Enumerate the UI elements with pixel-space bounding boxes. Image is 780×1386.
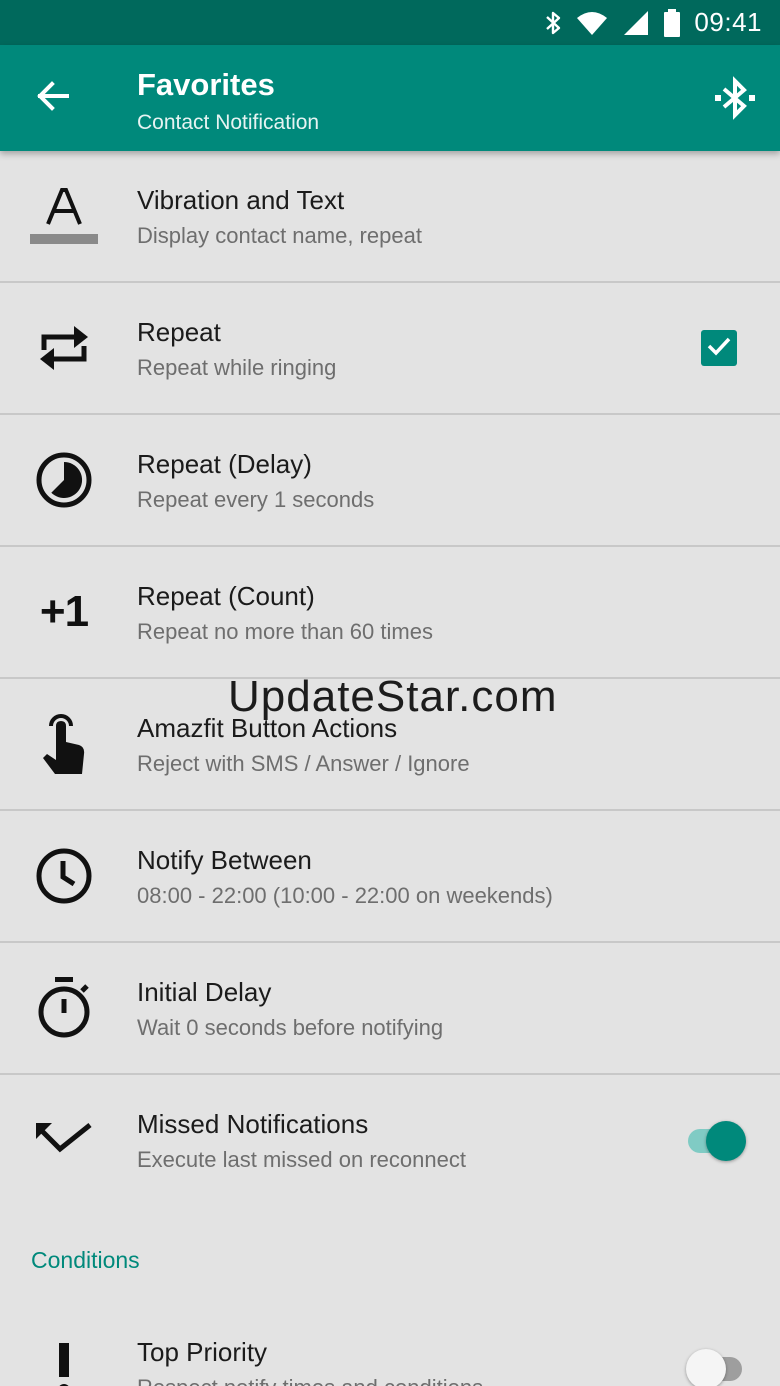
switch-thumb [686, 1349, 726, 1386]
setting-title: Repeat (Count) [137, 581, 315, 611]
wifi-icon [576, 10, 608, 36]
repeat-icon [26, 310, 102, 386]
arrow-left-icon [36, 80, 70, 116]
setting-title: Vibration and Text [137, 185, 345, 215]
setting-summary: Reject with SMS / Answer / Ignore [137, 751, 470, 776]
setting-button-actions[interactable]: Amazfit Button Actions Reject with SMS /… [0, 679, 780, 811]
setting-summary: Execute last missed on reconnect [137, 1147, 466, 1172]
setting-summary: 08:00 - 22:00 (10:00 - 22:00 on weekends… [137, 883, 553, 908]
setting-title: Amazfit Button Actions [137, 713, 398, 743]
setting-title: Top Priority [137, 1337, 268, 1367]
setting-initial-delay[interactable]: Initial Delay Wait 0 seconds before noti… [0, 943, 780, 1075]
setting-repeat[interactable]: Repeat Repeat while ringing [0, 283, 780, 415]
setting-title: Repeat [137, 317, 221, 347]
checkmark-icon [706, 335, 732, 362]
status-bar: 09:41 [0, 0, 780, 45]
top-priority-switch[interactable] [686, 1349, 744, 1386]
page-subtitle: Contact Notification [137, 111, 320, 134]
setting-summary: Repeat every 1 seconds [137, 487, 375, 512]
timer-icon [26, 970, 102, 1046]
plus-one-icon: +1 [39, 587, 89, 636]
bluetooth-connect-button[interactable] [708, 73, 762, 127]
setting-title: Initial Delay [137, 977, 272, 1007]
bluetooth-icon [544, 9, 562, 37]
status-clock: 09:41 [694, 7, 762, 37]
page-title: Favorites [137, 67, 275, 102]
setting-repeat-delay[interactable]: Repeat (Delay) Repeat every 1 seconds [0, 415, 780, 547]
repeat-checkbox[interactable] [701, 330, 737, 366]
setting-summary: Respect notify times and conditions [137, 1375, 483, 1386]
setting-summary: Display contact name, repeat [137, 223, 422, 248]
settings-list: Vibration and Text Display contact name,… [0, 151, 780, 1386]
bluetooth-connect-icon [711, 74, 759, 127]
setting-summary: Repeat no more than 60 times [137, 619, 433, 644]
missed-notifications-switch[interactable] [686, 1121, 746, 1161]
setting-vibration-text[interactable]: Vibration and Text Display contact name,… [0, 151, 780, 283]
setting-title: Missed Notifications [137, 1109, 369, 1139]
battery-icon [664, 8, 681, 37]
app-bar: Favorites Contact Notification [0, 45, 780, 151]
back-button[interactable] [26, 73, 80, 123]
setting-repeat-count[interactable]: +1 Repeat (Count) Repeat no more than 60… [0, 547, 780, 679]
priority-icon [26, 1331, 102, 1386]
timelapse-icon [26, 442, 102, 518]
call-missed-icon [26, 1103, 102, 1179]
clock-icon [26, 838, 102, 914]
setting-title: Repeat (Delay) [137, 449, 312, 479]
setting-top-priority[interactable]: Top Priority Respect notify times and co… [0, 1303, 780, 1386]
setting-title: Notify Between [137, 845, 312, 875]
setting-summary: Repeat while ringing [137, 355, 337, 380]
setting-notify-between[interactable]: Notify Between 08:00 - 22:00 (10:00 - 22… [0, 811, 780, 943]
setting-summary: Wait 0 seconds before notifying [137, 1015, 444, 1040]
conditions-section-header: Conditions [0, 1207, 780, 1303]
text-format-icon [26, 178, 102, 254]
section-title: Conditions [31, 1247, 140, 1273]
switch-thumb [706, 1121, 746, 1161]
signal-icon [622, 9, 650, 37]
setting-missed-notifications[interactable]: Missed Notifications Execute last missed… [0, 1075, 780, 1207]
touch-app-icon [26, 706, 102, 782]
